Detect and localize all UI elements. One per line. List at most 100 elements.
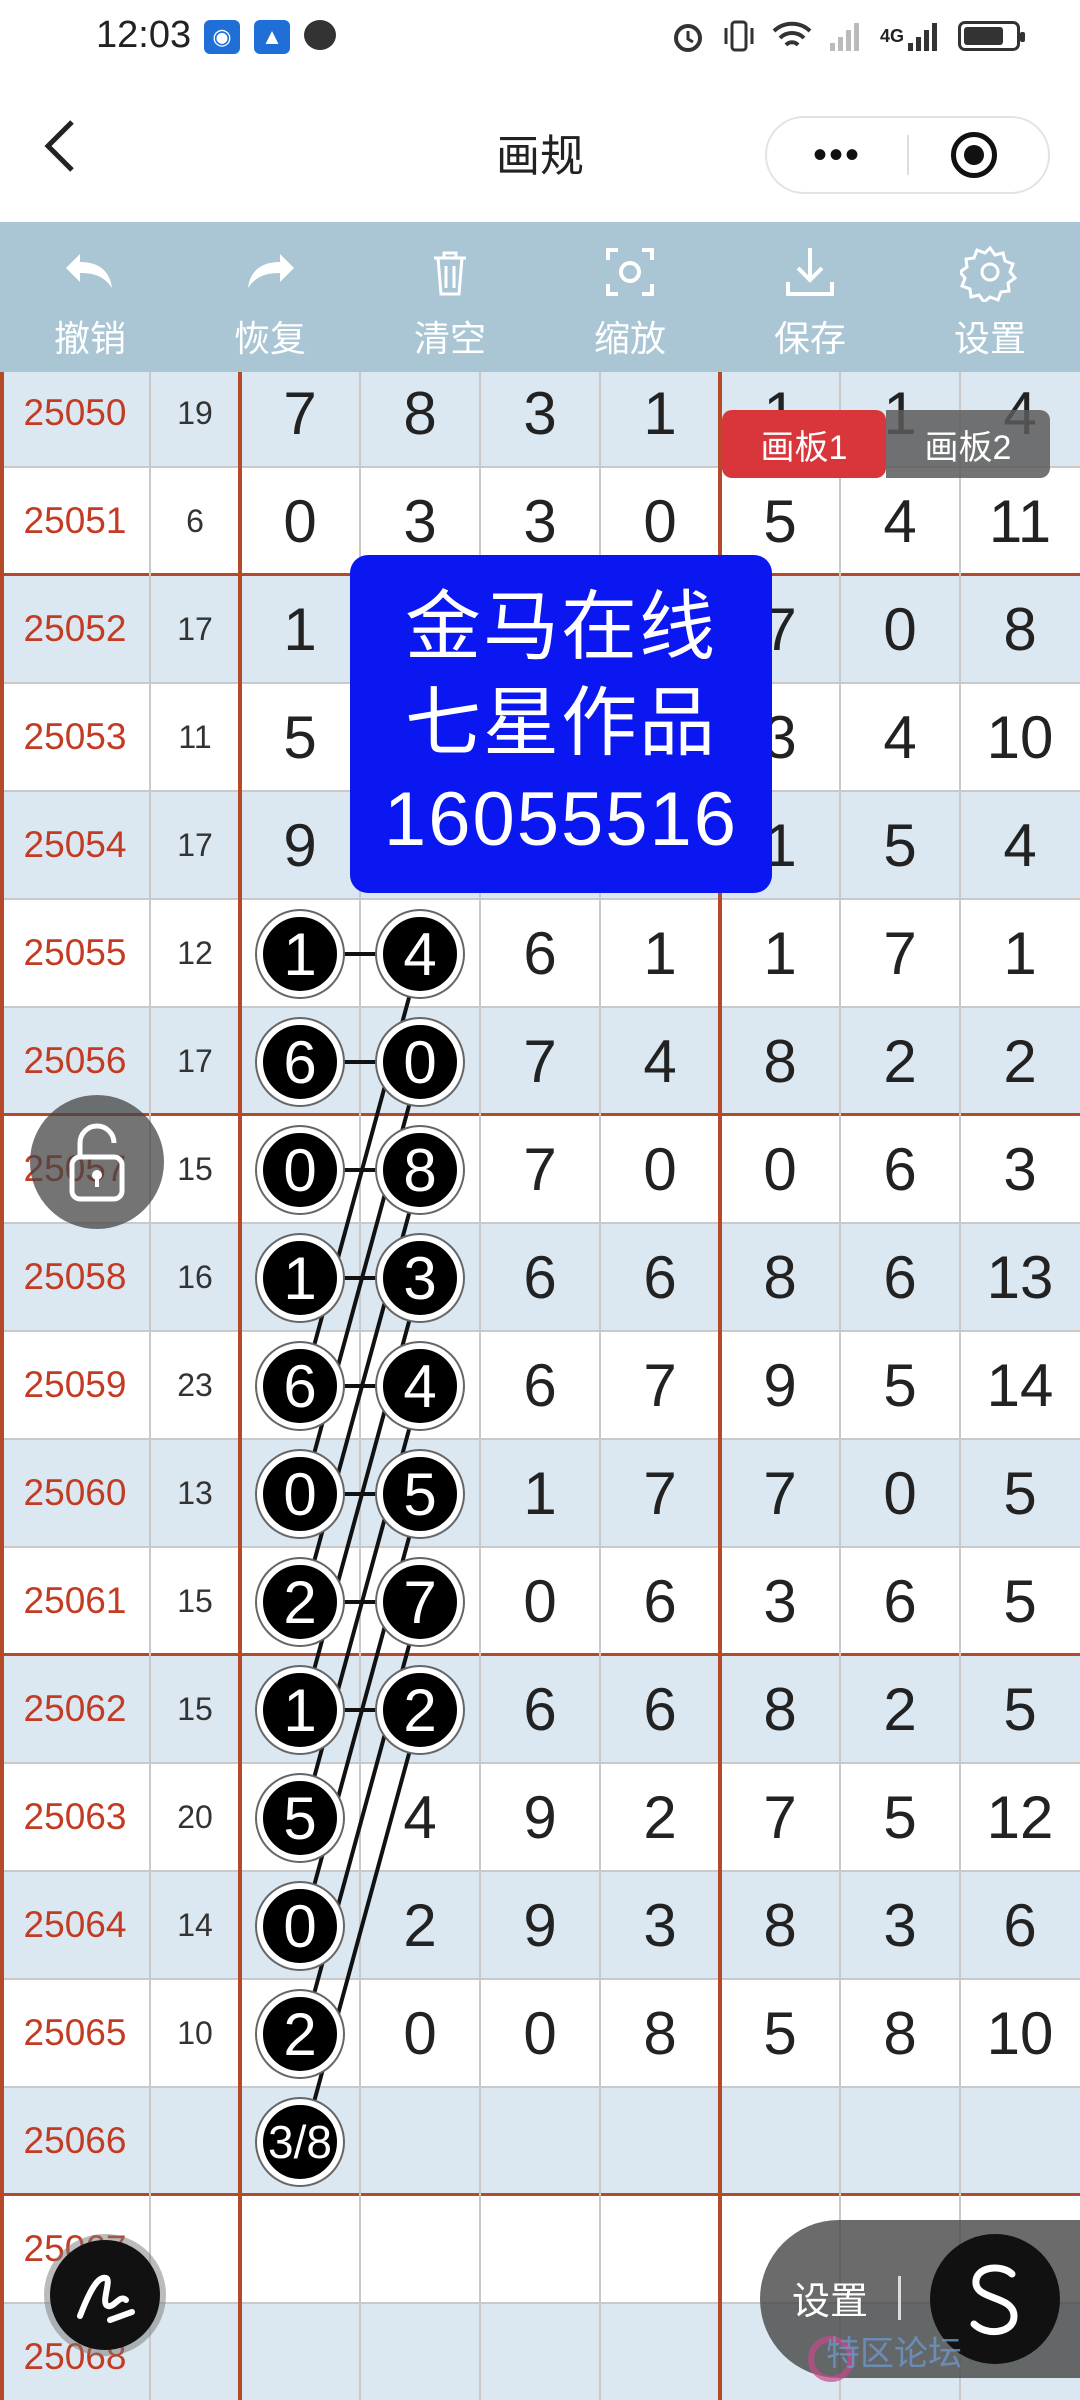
- digit-cell[interactable]: [480, 2304, 600, 2400]
- digit-cell[interactable]: 3: [840, 1872, 960, 1978]
- digit-cell[interactable]: [840, 2088, 960, 2194]
- digit-cell[interactable]: 1: [480, 1440, 600, 1546]
- digit-cell[interactable]: 4: [840, 468, 960, 574]
- digit-cell[interactable]: [600, 2088, 720, 2194]
- digit-cell[interactable]: 7: [600, 1440, 720, 1546]
- digit-cell[interactable]: [480, 2088, 600, 2194]
- tab-board-2[interactable]: 画板2: [886, 410, 1050, 478]
- digit-cell[interactable]: 5: [240, 684, 360, 790]
- digit-cell[interactable]: [600, 2304, 720, 2400]
- number-ball[interactable]: 8: [377, 1127, 463, 1213]
- digit-cell[interactable]: 8: [840, 1980, 960, 2086]
- digit-cell[interactable]: 7: [240, 372, 360, 466]
- digit-cell[interactable]: 0: [480, 1548, 600, 1654]
- digit-cell[interactable]: 9: [720, 1332, 840, 1438]
- digit-cell[interactable]: 14: [960, 1332, 1080, 1438]
- digit-cell[interactable]: 7: [840, 900, 960, 1006]
- digit-cell[interactable]: 10: [960, 684, 1080, 790]
- digit-cell[interactable]: 7: [480, 1008, 600, 1114]
- digit-cell[interactable]: 7: [600, 1332, 720, 1438]
- digit-cell[interactable]: 1: [600, 900, 720, 1006]
- close-target-button[interactable]: [951, 132, 997, 178]
- number-ball[interactable]: 1: [257, 1667, 343, 1753]
- digit-cell[interactable]: 2: [600, 1764, 720, 1870]
- digit-cell[interactable]: 8: [720, 1656, 840, 1762]
- number-ball[interactable]: 0: [257, 1451, 343, 1537]
- digit-cell[interactable]: 1: [600, 372, 720, 466]
- digit-cell[interactable]: 8: [360, 372, 480, 466]
- digit-cell[interactable]: 0: [600, 1116, 720, 1222]
- digit-cell[interactable]: 6: [840, 1224, 960, 1330]
- digit-cell[interactable]: 0: [240, 468, 360, 574]
- digit-cell[interactable]: 0: [720, 1116, 840, 1222]
- digit-cell[interactable]: 6: [480, 1656, 600, 1762]
- number-ball[interactable]: 4: [377, 911, 463, 997]
- digit-cell[interactable]: 6: [600, 1224, 720, 1330]
- number-ball[interactable]: 2: [257, 1559, 343, 1645]
- lock-button[interactable]: [30, 1095, 164, 1229]
- number-ball[interactable]: 0: [257, 1883, 343, 1969]
- digit-cell[interactable]: 8: [720, 1008, 840, 1114]
- number-ball[interactable]: 2: [257, 1991, 343, 2077]
- digit-cell[interactable]: 4: [840, 684, 960, 790]
- number-ball[interactable]: 7: [377, 1559, 463, 1645]
- floating-settings-label[interactable]: 设置: [792, 2270, 868, 2325]
- digit-cell[interactable]: 9: [480, 1872, 600, 1978]
- digit-cell[interactable]: 5: [720, 1980, 840, 2086]
- number-ball[interactable]: 5: [377, 1451, 463, 1537]
- digit-cell[interactable]: 6: [840, 1116, 960, 1222]
- digit-cell[interactable]: 13: [960, 1224, 1080, 1330]
- digit-cell[interactable]: 6: [480, 900, 600, 1006]
- number-ball[interactable]: 4: [377, 1343, 463, 1429]
- digit-cell[interactable]: 1: [240, 576, 360, 682]
- digit-cell[interactable]: 6: [480, 1224, 600, 1330]
- digit-cell[interactable]: 4: [600, 1008, 720, 1114]
- digit-cell[interactable]: 4: [960, 792, 1080, 898]
- digit-cell[interactable]: 9: [480, 1764, 600, 1870]
- digit-cell[interactable]: 5: [840, 1332, 960, 1438]
- digit-cell[interactable]: 7: [720, 1764, 840, 1870]
- digit-cell[interactable]: [480, 2196, 600, 2302]
- more-button[interactable]: •••: [767, 133, 907, 178]
- number-ball[interactable]: 2: [377, 1667, 463, 1753]
- digit-cell[interactable]: 0: [840, 1440, 960, 1546]
- digit-cell[interactable]: 4: [360, 1764, 480, 1870]
- digit-cell[interactable]: 5: [960, 1440, 1080, 1546]
- digit-cell[interactable]: 9: [240, 792, 360, 898]
- digit-cell[interactable]: 8: [960, 576, 1080, 682]
- digit-cell[interactable]: 2: [360, 1872, 480, 1978]
- digit-cell[interactable]: 1: [720, 900, 840, 1006]
- digit-cell[interactable]: [600, 2196, 720, 2302]
- digit-cell[interactable]: 5: [960, 1548, 1080, 1654]
- undo-button[interactable]: 撤销: [0, 222, 180, 372]
- digit-cell[interactable]: [240, 2304, 360, 2400]
- save-button[interactable]: 保存: [720, 222, 900, 372]
- number-ball[interactable]: 3: [377, 1235, 463, 1321]
- number-ball[interactable]: 3/8: [257, 2099, 343, 2185]
- zoom-button[interactable]: 缩放: [540, 222, 720, 372]
- digit-cell[interactable]: 8: [720, 1872, 840, 1978]
- digit-cell[interactable]: 0: [480, 1980, 600, 2086]
- digit-cell[interactable]: [720, 2088, 840, 2194]
- digit-cell[interactable]: 10: [960, 1980, 1080, 2086]
- digit-cell[interactable]: 8: [720, 1224, 840, 1330]
- digit-cell[interactable]: [240, 2196, 360, 2302]
- number-ball[interactable]: 6: [257, 1019, 343, 1105]
- number-ball[interactable]: 0: [377, 1019, 463, 1105]
- digit-cell[interactable]: 6: [480, 1332, 600, 1438]
- digit-cell[interactable]: 6: [600, 1548, 720, 1654]
- digit-cell[interactable]: 2: [840, 1656, 960, 1762]
- digit-cell[interactable]: 3: [960, 1116, 1080, 1222]
- tab-board-1[interactable]: 画板1: [722, 410, 886, 478]
- digit-cell[interactable]: [360, 2304, 480, 2400]
- digit-cell[interactable]: [960, 2088, 1080, 2194]
- redo-button[interactable]: 恢复: [180, 222, 360, 372]
- number-ball[interactable]: 6: [257, 1343, 343, 1429]
- digit-cell[interactable]: [360, 2196, 480, 2302]
- pen-button[interactable]: [50, 2240, 160, 2350]
- digit-cell[interactable]: 12: [960, 1764, 1080, 1870]
- digit-cell[interactable]: 2: [960, 1008, 1080, 1114]
- digit-cell[interactable]: 1: [960, 900, 1080, 1006]
- digit-cell[interactable]: 7: [480, 1116, 600, 1222]
- number-ball[interactable]: 0: [257, 1127, 343, 1213]
